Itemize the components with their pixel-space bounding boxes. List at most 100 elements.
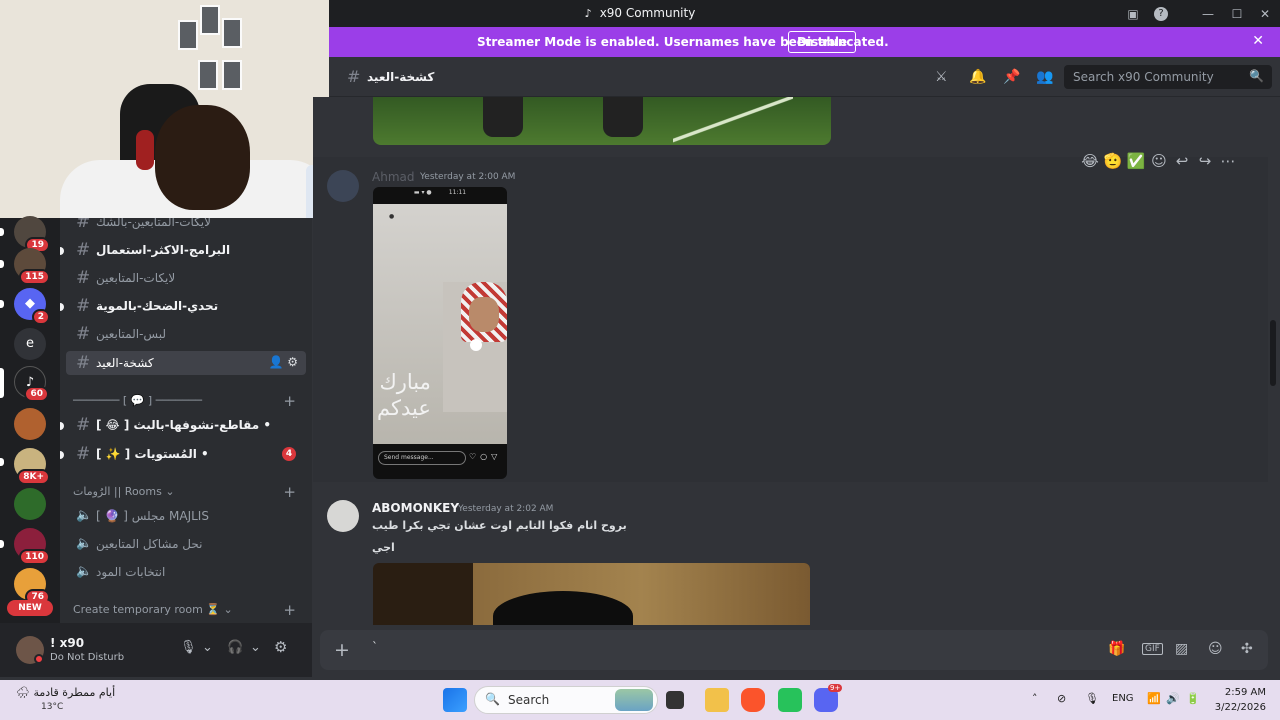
network-warning-icon[interactable]: ⊘ bbox=[1057, 692, 1066, 705]
channel-name: نحل مشاكل المتابعين bbox=[96, 537, 203, 551]
username[interactable]: ! x90 bbox=[50, 636, 84, 650]
channel-item[interactable]: # [ 😂 ] مقاطع-نشوفها-بالبث • bbox=[66, 413, 306, 437]
channel-item[interactable]: # البرامج-الاكثر-استعمال bbox=[66, 238, 306, 262]
server-icon[interactable]: ♪ 60 bbox=[14, 366, 49, 402]
chevron-down-icon[interactable]: ⌄ bbox=[202, 640, 213, 655]
threads-icon[interactable]: ⚔ bbox=[935, 69, 948, 85]
help-icon[interactable]: ? bbox=[1154, 7, 1168, 21]
channel-item[interactable]: # لايكات-المتابعين bbox=[66, 266, 306, 290]
server-icon[interactable]: e bbox=[14, 328, 46, 360]
gear-icon[interactable]: ⚙ bbox=[274, 638, 287, 656]
reply-icon[interactable]: ↩ bbox=[1171, 152, 1193, 170]
clock[interactable]: 2:59 AM 3/22/2026 bbox=[1206, 685, 1266, 715]
gif-icon[interactable]: GIF bbox=[1142, 643, 1163, 655]
server-icon[interactable]: ◆ 2 bbox=[14, 288, 50, 325]
voice-channel-item[interactable]: 🔈 انتخابات المود bbox=[66, 560, 306, 584]
channel-name: كشخة-العيد bbox=[96, 356, 154, 370]
hash-icon: # bbox=[76, 324, 91, 344]
minimize-icon[interactable]: — bbox=[1199, 5, 1217, 23]
chevron-down-icon[interactable]: ⌄ bbox=[250, 640, 261, 655]
channel-name: تحدي-الضحك-بالموية bbox=[96, 299, 219, 313]
battery-icon[interactable]: 🔋 bbox=[1186, 692, 1200, 705]
taskbar-search-label: Search bbox=[508, 693, 550, 707]
search-highlight-image bbox=[615, 689, 653, 711]
message-input[interactable]: ` bbox=[372, 640, 378, 654]
server-icon[interactable] bbox=[14, 408, 46, 440]
channel-item-active[interactable]: # كشخة-العيد 👤 ⚙ bbox=[66, 351, 306, 375]
channel-settings-icons[interactable]: 👤 ⚙ bbox=[268, 355, 298, 369]
channel-item[interactable]: # لبس-المتابعين bbox=[66, 322, 306, 346]
message-text: بروح انام فكوا التايم اوت عشان تجي بكرا … bbox=[372, 519, 627, 532]
temp-room-category[interactable]: Create temporary room ⏳ ⌄ bbox=[73, 603, 233, 616]
story-screenshot-attachment[interactable]: ▬ ▾ ● 11:11 ● مبارك عيدكم Send message..… bbox=[373, 187, 507, 479]
sticker-icon[interactable]: ▨ bbox=[1175, 641, 1188, 657]
bell-icon[interactable]: 🔔 bbox=[969, 69, 986, 85]
channel-item[interactable]: # تحدي-الضحك-بالموية bbox=[66, 294, 306, 318]
close-banner-icon[interactable]: ✕ bbox=[1252, 33, 1264, 49]
category-divider[interactable]: ─────── [ 💬 ] ─────── bbox=[73, 394, 202, 407]
close-window-icon[interactable]: ✕ bbox=[1256, 5, 1274, 23]
add-attachment-icon[interactable]: + bbox=[334, 639, 350, 661]
message-composer[interactable]: + ` 🎁 GIF ▨ ☺ ✣ bbox=[320, 630, 1268, 670]
more-icon[interactable]: ⋯ bbox=[1217, 152, 1239, 170]
add-channel-icon[interactable]: + bbox=[283, 483, 296, 501]
volume-icon[interactable]: 🔊 bbox=[1166, 692, 1180, 705]
forward-icon[interactable]: ↪ bbox=[1194, 152, 1216, 170]
new-servers-badge[interactable]: NEW bbox=[7, 600, 53, 616]
server-icon[interactable]: 19 bbox=[14, 216, 50, 253]
disable-streamer-button[interactable]: Disable bbox=[788, 31, 857, 53]
hash-icon: # bbox=[76, 268, 91, 288]
inbox-icon[interactable]: ▣ bbox=[1124, 5, 1142, 23]
server-icon[interactable] bbox=[14, 488, 46, 520]
reaction-laugh[interactable]: 😂 bbox=[1079, 152, 1101, 170]
server-icon[interactable]: 110 bbox=[14, 528, 50, 565]
server-badge: 115 bbox=[19, 269, 50, 285]
reaction-check[interactable]: ✅ bbox=[1125, 152, 1147, 170]
avatar[interactable] bbox=[327, 500, 359, 532]
brave-browser-icon[interactable] bbox=[741, 688, 765, 712]
channel-item[interactable]: # لايكات-المتابعين-بالشك bbox=[66, 218, 306, 234]
message-image-attachment[interactable] bbox=[373, 97, 831, 145]
gift-icon[interactable]: 🎁 bbox=[1108, 641, 1125, 657]
rooms-category[interactable]: الرُومات || Rooms ⌄ bbox=[73, 485, 175, 498]
voice-channel-item[interactable]: 🔈 نحل مشاكل المتابعين bbox=[66, 532, 306, 556]
add-channel-icon[interactable]: + bbox=[283, 392, 296, 410]
channel-item[interactable]: # [ ✨ ] المُستويات • 4 bbox=[66, 442, 306, 466]
reaction-salute[interactable]: 🫡 bbox=[1102, 152, 1124, 170]
start-icon[interactable] bbox=[443, 688, 467, 712]
message-author[interactable]: ABOMONKEY bbox=[372, 501, 459, 515]
wifi-icon[interactable]: 📶 bbox=[1147, 692, 1161, 705]
chat-scrollbar[interactable] bbox=[1270, 320, 1276, 386]
chevron-up-icon[interactable]: ˄ bbox=[1032, 692, 1038, 705]
avatar[interactable] bbox=[327, 170, 359, 202]
discord-icon[interactable]: 9+ bbox=[814, 684, 843, 712]
taskbar-search[interactable]: 🔍 Search bbox=[474, 686, 658, 714]
message-image-attachment[interactable] bbox=[373, 563, 810, 625]
members-icon[interactable]: 👥 bbox=[1036, 69, 1053, 85]
server-icon[interactable]: 8K+ bbox=[14, 448, 50, 485]
window-title-text: x90 Community bbox=[599, 6, 696, 20]
rooms-category-label: الرُومات || Rooms bbox=[73, 485, 162, 498]
weather-widget[interactable]: 🌧 أيام ممطرة قادمة 13°C bbox=[16, 686, 115, 712]
message-text: اجي bbox=[372, 541, 395, 554]
message-author[interactable]: Ahmad bbox=[372, 170, 414, 184]
pin-icon[interactable]: 📌 bbox=[1003, 69, 1020, 85]
search-input[interactable]: Search x90 Community 🔍 bbox=[1064, 65, 1272, 89]
headphones-icon[interactable]: 🎧 bbox=[227, 640, 243, 655]
app-icon[interactable] bbox=[778, 688, 802, 712]
apps-icon[interactable]: ✣ bbox=[1241, 641, 1253, 657]
voice-channel-item[interactable]: 🔈[ 🔮 ] مجلس MAJLIS bbox=[66, 504, 306, 528]
server-icon[interactable]: 76 bbox=[14, 568, 50, 605]
language-indicator[interactable]: ENG bbox=[1112, 693, 1134, 704]
add-reaction-icon[interactable]: ☺ bbox=[1148, 152, 1170, 170]
file-explorer-icon[interactable] bbox=[705, 688, 729, 712]
add-channel-icon[interactable]: + bbox=[283, 601, 296, 619]
unread-indicator bbox=[60, 422, 64, 430]
maximize-icon[interactable]: ☐ bbox=[1228, 5, 1246, 23]
task-view-icon[interactable] bbox=[666, 691, 684, 709]
microphone-icon[interactable]: 🎙 bbox=[1085, 692, 1099, 705]
emoji-icon[interactable]: ☺ bbox=[1208, 641, 1223, 657]
microphone-icon[interactable]: 🎙 bbox=[180, 640, 197, 655]
server-letter: e bbox=[26, 336, 34, 351]
server-icon[interactable]: 115 bbox=[14, 248, 50, 285]
